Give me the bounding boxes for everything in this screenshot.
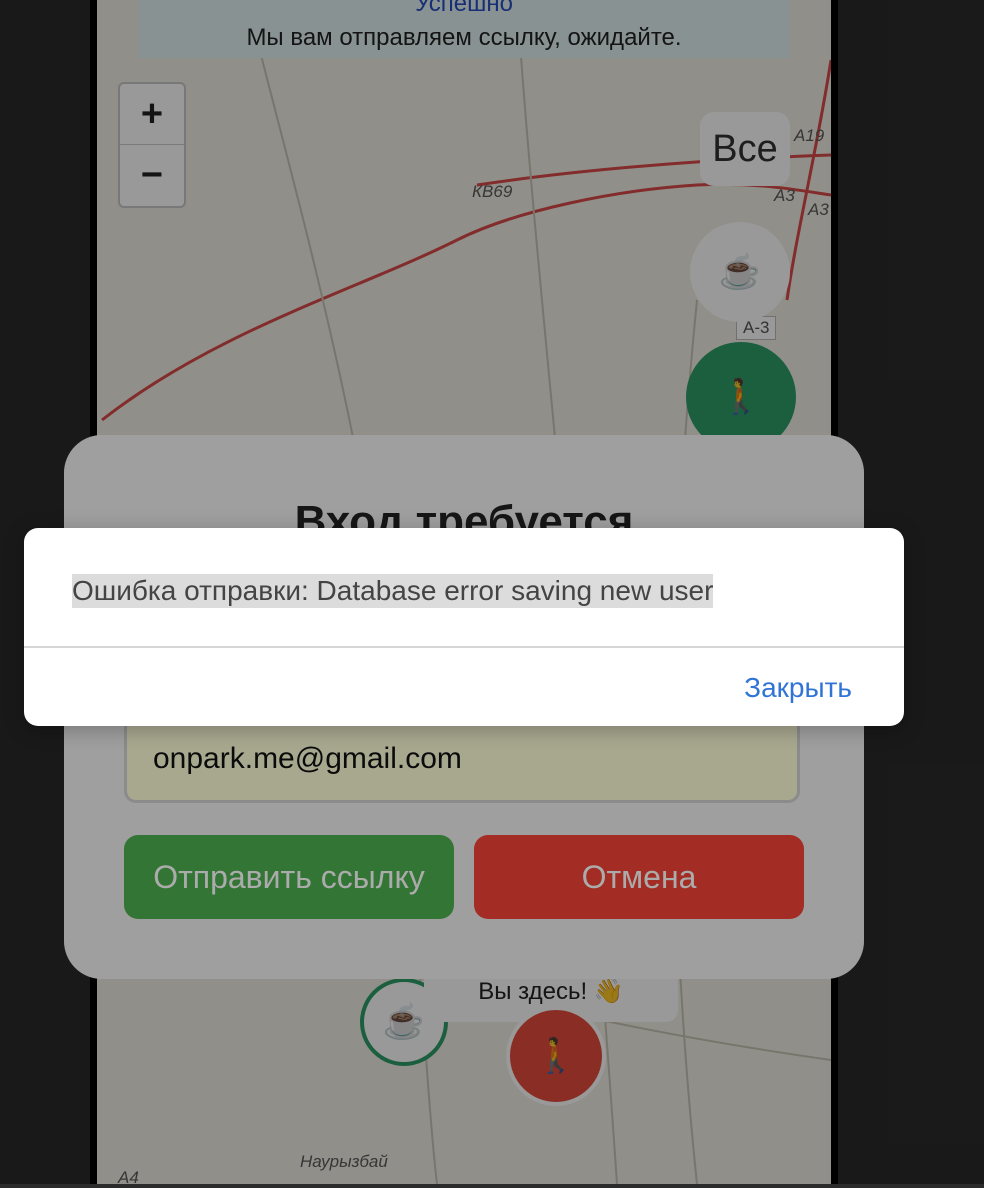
alert-divider <box>24 646 904 648</box>
close-button[interactable]: Закрыть <box>744 672 852 704</box>
error-message: Ошибка отправки: Database error saving n… <box>72 574 714 608</box>
error-alert-dialog: Ошибка отправки: Database error saving n… <box>24 528 904 726</box>
